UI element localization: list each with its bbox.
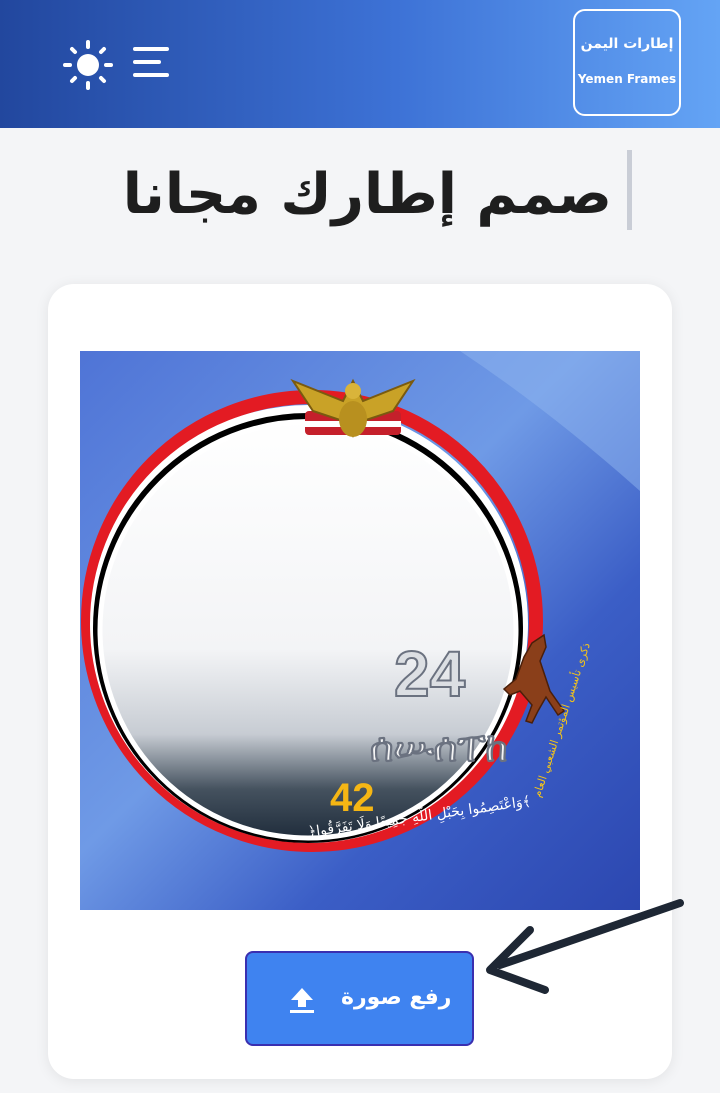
logo-arabic-text: إطارات اليمن [580,36,674,52]
hamburger-menu-icon[interactable] [133,45,171,81]
upload-photo-button[interactable]: رفع صورة [245,951,474,1046]
eagle-emblem-icon [290,378,416,438]
logo-english-text: Yemen Frames [577,72,677,86]
ancient-script-text: ሰሡሰፐከ [370,725,508,771]
site-logo[interactable]: إطارات اليمن Yemen Frames [573,9,681,116]
number-42: 42 [330,776,375,820]
sun-icon[interactable] [62,39,114,91]
page-heading: صمم إطارك مجانا [0,150,720,240]
app-header: إطارات اليمن Yemen Frames [0,0,720,128]
heading-accent-bar [627,150,632,230]
page-title: صمم إطارك مجانا [122,162,612,227]
frame-preview: 24 ሰሡሰፐከ 42 ﴿وَاعْتَصِمُوا بِحَبْلِ اللَ… [80,351,640,910]
upload-icon [290,988,314,1013]
upload-button-label: رفع صورة [341,985,452,1010]
pointer-arrow-annotation [486,899,684,994]
number-24: 24 [394,638,466,710]
